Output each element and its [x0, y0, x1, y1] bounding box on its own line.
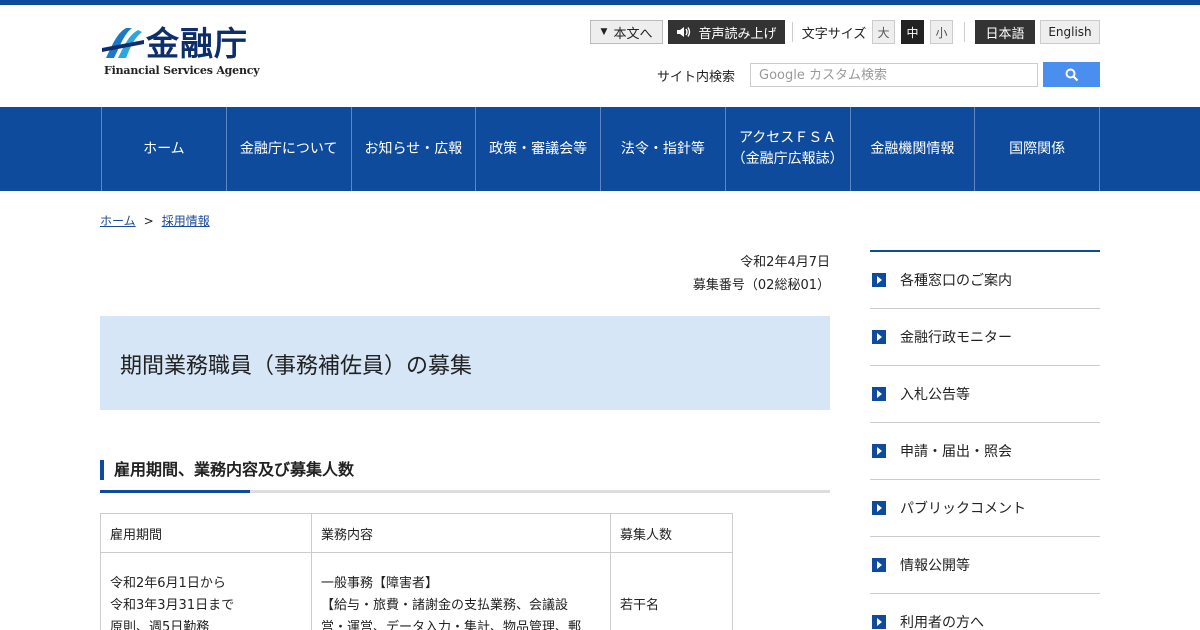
- logo-subtitle: Financial Services Agency: [104, 64, 260, 77]
- side-item-label: 金融行政モニター: [900, 330, 1012, 346]
- side-item-monitor[interactable]: 金融行政モニター: [870, 309, 1100, 366]
- lang-japanese-button[interactable]: 日本語: [975, 20, 1035, 44]
- breadcrumb-current-link[interactable]: 採用情報: [162, 214, 210, 228]
- site-logo[interactable]: 金融庁 Financial Services Agency: [102, 24, 272, 84]
- arrow-right-icon: [872, 273, 886, 287]
- search-icon: [1065, 68, 1078, 81]
- nav-item-home[interactable]: ホーム: [102, 107, 227, 191]
- cell-count: 若干名: [610, 552, 733, 630]
- caret-down-icon: ▼: [600, 27, 608, 37]
- divider: [964, 22, 965, 42]
- nav-item-policy[interactable]: 政策・審議会等: [476, 107, 601, 191]
- nav-item-laws[interactable]: 法令・指針等: [601, 107, 726, 191]
- section-heading: 雇用期間、業務内容及び募集人数: [100, 458, 830, 494]
- logo-title: 金融庁: [146, 24, 248, 63]
- notice-date: 令和2年4月7日: [740, 255, 830, 270]
- period-line: 令和2年6月1日から: [110, 575, 226, 591]
- search-button[interactable]: [1043, 62, 1100, 87]
- recruit-number: 募集番号（02総秘01）: [692, 278, 830, 293]
- nav-item-about[interactable]: 金融庁について: [227, 107, 352, 191]
- cell-duties: 一般事務【障害者】 【給与・旅費・諸謝金の支払業務、会議設 営・運営、データ入力…: [311, 552, 611, 630]
- section-heading-text: 雇用期間、業務内容及び募集人数: [114, 460, 355, 479]
- side-item-contact[interactable]: 各種窓口のご案内: [870, 252, 1100, 309]
- global-nav: ホーム 金融庁について お知らせ・広報 政策・審議会等 法令・指針等 アクセスＦ…: [0, 107, 1200, 191]
- period-line: 令和3年3月31日まで: [110, 597, 235, 613]
- side-item-public-comment[interactable]: パブリックコメント: [870, 480, 1100, 537]
- arrow-right-icon: [872, 330, 886, 344]
- recruitment-table: 雇用期間 業務内容 募集人数 令和2年6月1日から 令和3年3月31日まで 原則…: [100, 513, 733, 630]
- breadcrumb-separator: >: [143, 214, 154, 228]
- side-item-disclosure[interactable]: 情報公開等: [870, 537, 1100, 594]
- breadcrumb: ホーム > 採用情報: [100, 212, 210, 229]
- arrow-right-icon: [872, 387, 886, 401]
- font-size-small-button[interactable]: 小: [930, 20, 953, 44]
- arrow-right-icon: [872, 444, 886, 458]
- period-line: 原則、週5日勤務: [110, 619, 210, 630]
- table-header-count: 募集人数: [610, 513, 733, 553]
- nav-item-access-fsa[interactable]: アクセスＦＳＡ （金融庁広報誌）: [726, 107, 851, 191]
- arrow-right-icon: [872, 615, 886, 629]
- duties-line: 営・運営、データ入力・集計、物品管理、郵: [321, 619, 582, 630]
- table-header-duties: 業務内容: [311, 513, 611, 553]
- notice-meta: 令和2年4月7日 募集番号（02総秘01）: [560, 251, 830, 297]
- top-accent-bar: [0, 0, 1200, 5]
- font-size-large-button[interactable]: 大: [872, 20, 895, 44]
- font-size-label: 文字サイズ: [801, 26, 867, 42]
- font-size-medium-button[interactable]: 中: [901, 20, 924, 44]
- duties-line: 一般事務【障害者】: [321, 575, 439, 591]
- cell-period: 令和2年6月1日から 令和3年3月31日まで 原則、週5日勤務: [100, 552, 312, 630]
- duties-line: 【給与・旅費・諸謝金の支払業務、会議設: [321, 597, 569, 613]
- lang-english-button[interactable]: English: [1040, 20, 1100, 44]
- side-item-label: 各種窓口のご案内: [900, 273, 1012, 289]
- side-item-label: 利用者の方へ: [900, 615, 984, 630]
- table-header-row: 雇用期間 業務内容 募集人数: [100, 513, 733, 553]
- breadcrumb-home-link[interactable]: ホーム: [100, 214, 136, 228]
- skip-to-content-button[interactable]: ▼ 本文へ: [590, 20, 663, 44]
- side-item-label: パブリックコメント: [900, 501, 1026, 517]
- speaker-icon: [677, 27, 691, 37]
- site-search-label: サイト内検索: [657, 70, 736, 85]
- heading-underline-accent: [100, 490, 250, 493]
- arrow-right-icon: [872, 501, 886, 515]
- voice-readout-button[interactable]: 音声読み上げ: [668, 20, 785, 44]
- side-item-bids[interactable]: 入札公告等: [870, 366, 1100, 423]
- divider: [792, 22, 793, 42]
- side-item-label: 申請・届出・照会: [900, 444, 1012, 460]
- side-item-applications[interactable]: 申請・届出・照会: [870, 423, 1100, 480]
- search-input[interactable]: [750, 63, 1038, 87]
- heading-accent-bar: [100, 460, 104, 480]
- arrow-right-icon: [872, 558, 886, 572]
- nav-item-international[interactable]: 国際関係: [975, 107, 1100, 191]
- voice-readout-label: 音声読み上げ: [698, 26, 777, 42]
- table-header-period: 雇用期間: [100, 513, 312, 553]
- nav-item-institutions[interactable]: 金融機関情報: [851, 107, 976, 191]
- skip-to-content-label: 本文へ: [613, 26, 653, 42]
- side-item-label: 入札公告等: [900, 387, 970, 403]
- side-item-label: 情報公開等: [900, 558, 970, 574]
- page-title-box: 期間業務職員（事務補佐員）の募集: [100, 316, 830, 410]
- side-item-users[interactable]: 利用者の方へ: [870, 594, 1100, 630]
- fsa-logo-mark-icon: [102, 28, 144, 58]
- page-title: 期間業務職員（事務補佐員）の募集: [120, 354, 473, 379]
- nav-item-news[interactable]: お知らせ・広報: [352, 107, 477, 191]
- table-row: 令和2年6月1日から 令和3年3月31日まで 原則、週5日勤務 一般事務【障害者…: [100, 552, 733, 630]
- side-nav: 各種窓口のご案内 金融行政モニター 入札公告等 申請・届出・照会 パブリックコメ…: [870, 250, 1100, 630]
